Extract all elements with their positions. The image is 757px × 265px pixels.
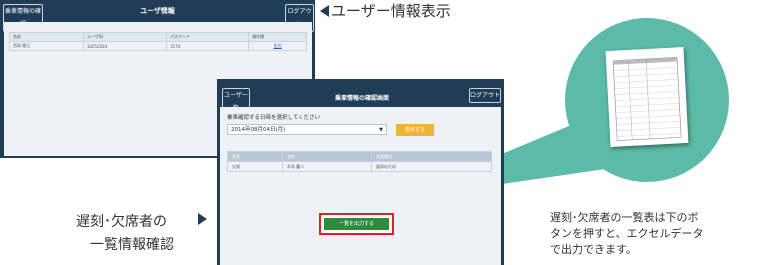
user-table: 名前 ユーザID パスワード 操作欄 西岡 慶己 10252024 3574 出…	[9, 32, 307, 51]
column-header: 欠席理由	[371, 151, 492, 162]
page-title: 乗車情報の確認画面	[334, 95, 389, 102]
column-header: 状況	[227, 151, 283, 162]
cell-status: 欠席	[227, 161, 283, 172]
output-link[interactable]: 出力	[248, 41, 307, 51]
arrow-left-icon	[320, 5, 329, 17]
table-row: 欠席 木本 麗人 風邪のため	[227, 161, 492, 172]
cell-password: 3574	[166, 41, 250, 51]
date-select[interactable]: 2014年08月04日(月) ▼	[227, 124, 387, 135]
date-select-value: 2014年08月04日(月)	[231, 127, 286, 133]
absence-caption-line2: 一覧情報確認	[90, 237, 174, 253]
excel-document-preview	[605, 47, 689, 147]
cell-name: 西岡 慶己	[9, 41, 84, 51]
column-header: 操作欄	[248, 32, 307, 42]
table-header-row: 名前 ユーザID パスワード 操作欄	[9, 32, 307, 42]
export-list-button[interactable]: 一覧を出力する	[324, 218, 389, 230]
column-header: 名前	[282, 151, 372, 162]
table-header-row: 状況 名前 欠席理由	[227, 151, 492, 162]
arrow-right-icon	[198, 213, 207, 225]
output-button-highlight: 一覧を出力する	[319, 213, 394, 235]
cell-user-id: 10252024	[82, 41, 168, 51]
column-header: パスワード	[166, 32, 250, 42]
column-header: 名前	[9, 32, 84, 42]
cell-reason: 風邪のため	[371, 161, 492, 172]
table-row: 西岡 慶己 10252024 3574 出力	[9, 41, 307, 51]
cell-name: 木本 麗人	[282, 161, 372, 172]
user-info-caption: ユーザー情報表示	[331, 2, 451, 20]
page-title: ユーザ情報	[140, 7, 175, 15]
export-note-line1: 遅刻･欠席者の一覧表は下のボ	[550, 211, 699, 224]
export-note-line3: で出力できます。	[550, 243, 637, 256]
logout-button[interactable]: ログアウト	[469, 88, 501, 103]
absence-table: 状況 名前 欠席理由 欠席 木本 麗人 風邪のため	[227, 151, 492, 172]
dropdown-arrow-icon: ▼	[379, 127, 383, 133]
absence-caption-line1: 遅刻･欠席者の	[76, 214, 167, 230]
spreadsheet-lines	[612, 57, 682, 141]
absence-check-screen: ユーザ一覧 乗車情報の確認画面 ログアウト 乗車確認する日時を選択してください …	[217, 79, 504, 265]
column-header: ユーザID	[82, 32, 168, 42]
content-area: 乗車確認する日時を選択してください 2014年08月04日(月) ▼ 表示する …	[220, 107, 501, 265]
show-button[interactable]: 表示する	[396, 124, 434, 136]
export-note-line2: タンを押すと、エクセルデータ	[550, 227, 704, 240]
date-prompt: 乗車確認する日時を選択してください	[227, 115, 321, 121]
